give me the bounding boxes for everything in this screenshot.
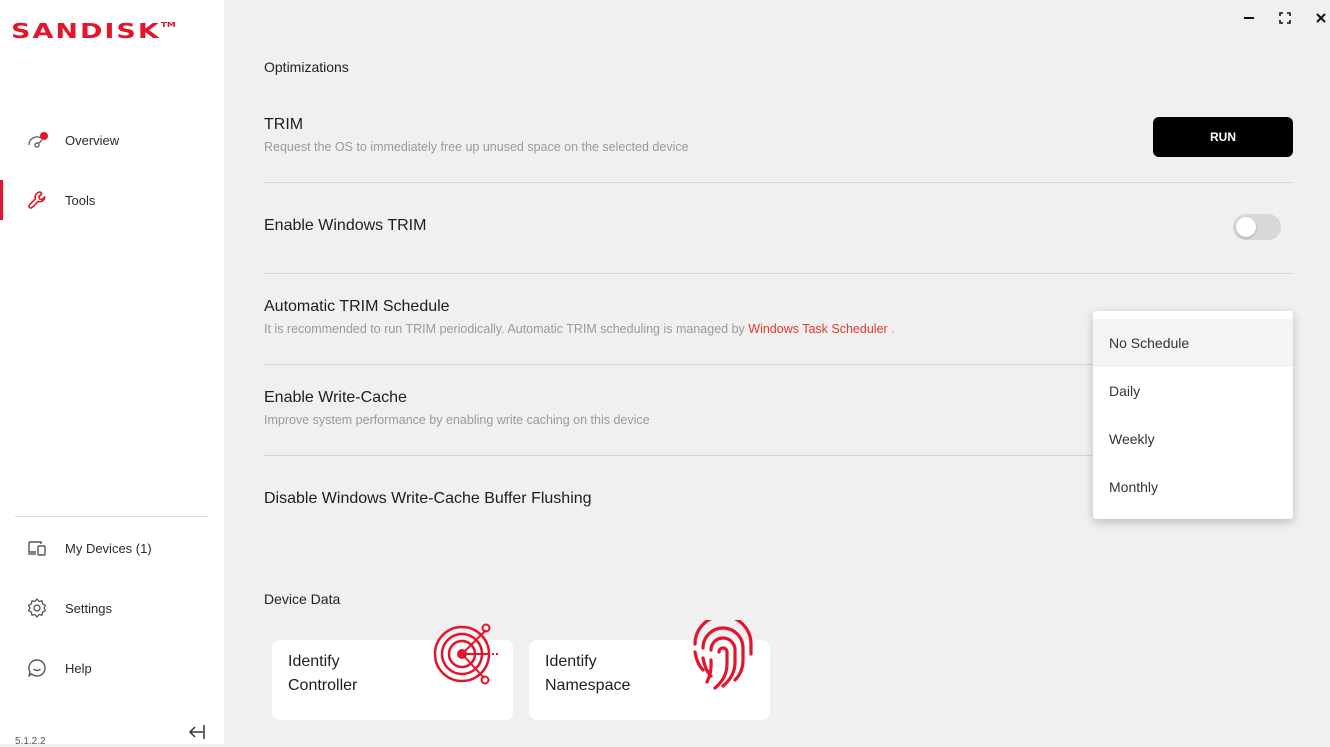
schedule-option-weekly[interactable]: Weekly	[1093, 415, 1293, 463]
windows-trim-toggle[interactable]	[1233, 214, 1281, 240]
trim-schedule-description-end: .	[891, 322, 895, 336]
sidebar-item-help[interactable]: Help	[0, 648, 224, 688]
trim-schedule-title: Automatic TRIM Schedule	[264, 298, 450, 315]
sidebar-item-label: Settings	[65, 600, 112, 616]
card-title: Identify Controller	[288, 653, 358, 694]
write-cache-title: Enable Write-Cache	[264, 389, 407, 406]
identify-controller-card[interactable]: Identify Controller	[272, 623, 513, 720]
trim-schedule-dropdown: No Schedule Daily Weekly Monthly	[1093, 311, 1293, 519]
collapse-sidebar-icon[interactable]	[187, 722, 207, 742]
fingerprint-icon	[689, 614, 759, 697]
help-chat-icon	[26, 657, 48, 679]
close-icon[interactable]	[1311, 8, 1330, 28]
minimize-icon[interactable]	[1239, 8, 1259, 28]
row-divider	[264, 273, 1293, 274]
app-version: 5.1.2.2	[15, 736, 46, 747]
trim-schedule-description-text: It is recommended to run TRIM periodical…	[264, 322, 745, 336]
overview-gauge-icon	[26, 129, 48, 151]
sidebar-item-tools[interactable]: Tools	[0, 180, 224, 220]
wrench-icon	[26, 189, 48, 211]
trim-schedule-description: It is recommended to run TRIM periodical…	[264, 322, 895, 336]
sidebar-divider	[15, 516, 208, 517]
sidebar-item-settings[interactable]: Settings	[0, 588, 224, 628]
card-title: Identify Namespace	[545, 653, 631, 694]
sidebar-item-overview[interactable]: Overview	[0, 120, 224, 160]
gear-icon	[26, 597, 48, 619]
sidebar-item-label: Tools	[65, 192, 96, 208]
schedule-option-daily[interactable]: Daily	[1093, 367, 1293, 415]
devices-icon	[26, 537, 48, 559]
optimizations-section-title: Optimizations	[264, 59, 349, 75]
target-icon	[432, 620, 502, 693]
buffer-flushing-title: Disable Windows Write-Cache Buffer Flush…	[264, 490, 592, 507]
toggle-knob	[1236, 217, 1256, 237]
row-divider	[264, 182, 1293, 183]
write-cache-description: Improve system performance by enabling w…	[264, 413, 650, 427]
windows-trim-title: Enable Windows TRIM	[264, 217, 427, 234]
sidebar-item-label: Help	[65, 660, 92, 676]
task-scheduler-link[interactable]: Windows Task Scheduler	[748, 322, 887, 336]
sandisk-logo[interactable]: SANDISKTM	[11, 20, 176, 43]
schedule-option-monthly[interactable]: Monthly	[1093, 463, 1293, 511]
schedule-option-no-schedule[interactable]: No Schedule	[1093, 319, 1293, 367]
trim-title: TRIM	[264, 116, 304, 133]
sidebar-item-label: Overview	[65, 132, 120, 148]
run-trim-button[interactable]: RUN	[1153, 117, 1293, 157]
sidebar: SANDISKTM Overview Tools My Devices (1) …	[0, 0, 224, 747]
maximize-icon[interactable]	[1275, 8, 1295, 28]
device-data-section-title: Device Data	[264, 591, 341, 607]
sidebar-item-label: My Devices (1)	[65, 540, 152, 556]
identify-namespace-card[interactable]: Identify Namespace	[529, 614, 770, 720]
sidebar-item-my-devices[interactable]: My Devices (1)	[0, 528, 224, 568]
trim-description: Request the OS to immediately free up un…	[264, 140, 689, 154]
